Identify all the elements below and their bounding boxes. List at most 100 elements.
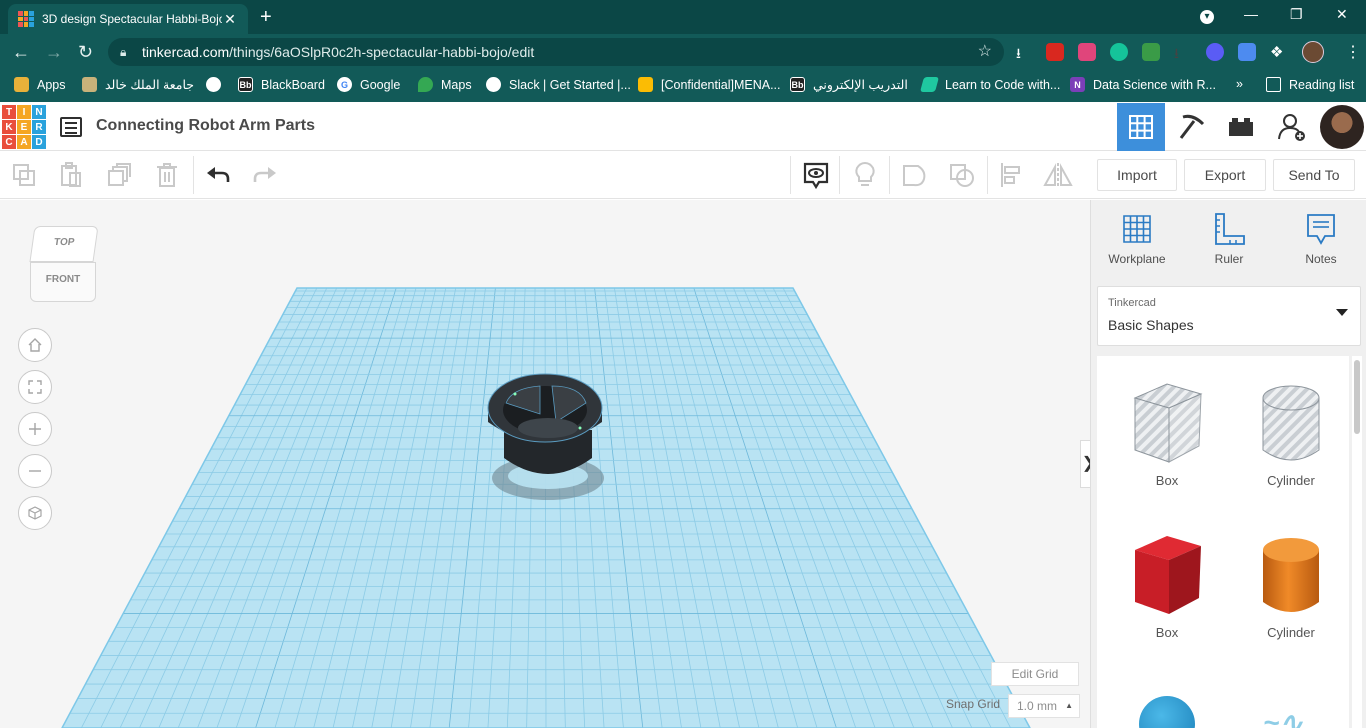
extensions-puzzle-icon[interactable]: ❖ xyxy=(1270,43,1288,61)
save-icon[interactable]: ⭳ xyxy=(1174,43,1192,61)
close-window-icon[interactable]: ✕ xyxy=(1336,6,1348,23)
home-view-button[interactable] xyxy=(18,328,52,362)
ungroup-button[interactable] xyxy=(947,160,977,190)
tab-search-icon[interactable]: ▾ xyxy=(1200,10,1214,24)
mirror-button[interactable] xyxy=(1043,160,1073,190)
shape-cylinder-hole[interactable]: Cylinder xyxy=(1241,380,1341,488)
ungroup-icon xyxy=(950,164,974,187)
export-button[interactable]: Export xyxy=(1184,159,1266,191)
delete-button[interactable] xyxy=(152,160,182,190)
extension-icon[interactable] xyxy=(1078,43,1096,61)
view-cube[interactable]: TOP FRONT xyxy=(28,222,99,304)
maximize-icon[interactable]: ❐ xyxy=(1290,6,1303,23)
bookmark-confidential[interactable]: [Confidential]MENA... xyxy=(638,77,781,92)
codeblocks-button[interactable] xyxy=(1168,103,1216,151)
reading-list-button[interactable]: Reading list xyxy=(1266,77,1354,92)
bookmark-blackboard[interactable]: Bb BlackBoard xyxy=(238,77,325,92)
group-button[interactable] xyxy=(899,160,929,190)
forward-icon[interactable]: → xyxy=(45,42,63,62)
send-to-button[interactable]: Send To xyxy=(1273,159,1355,191)
redo-button[interactable] xyxy=(250,160,280,190)
workplane-grid[interactable] xyxy=(0,200,1090,728)
bookmark-google[interactable]: G Google xyxy=(337,77,400,92)
snap-grid-select[interactable]: 1.0 mm ▲ xyxy=(1008,694,1080,718)
new-tab-button[interactable]: + xyxy=(260,6,272,28)
screen-capture-icon[interactable] xyxy=(1238,43,1256,61)
shape-sphere[interactable] xyxy=(1139,696,1195,728)
shape-scribble[interactable]: ~∿ xyxy=(1263,706,1323,728)
undo-button[interactable] xyxy=(203,160,233,190)
address-bar-row: ← → ↻ 🔒︎ tinkercad.com/things/6aOSlpR0c2… xyxy=(0,34,1366,70)
bookmark-maps[interactable]: Maps xyxy=(418,77,472,92)
zoom-in-button[interactable] xyxy=(18,412,52,446)
browser-menu-icon[interactable]: ⋮ xyxy=(1345,42,1361,62)
bookmark-star-icon[interactable]: ☆ xyxy=(978,38,992,66)
lightbulb-icon xyxy=(855,161,875,186)
copy-button[interactable] xyxy=(9,160,39,190)
design-list-icon[interactable] xyxy=(60,117,82,137)
eye-speech-icon xyxy=(803,162,829,189)
reload-icon[interactable]: ↻ xyxy=(78,42,93,62)
import-button[interactable]: Import xyxy=(1097,159,1177,191)
bookmark-label: Slack | Get Started |... xyxy=(509,77,631,92)
hint-button[interactable] xyxy=(850,160,880,190)
profile-avatar[interactable] xyxy=(1302,41,1324,63)
shape-box[interactable]: Box xyxy=(1117,532,1217,640)
shape-box-hole[interactable]: Box xyxy=(1117,380,1217,488)
zoom-out-button[interactable] xyxy=(18,454,52,488)
shape-label: Box xyxy=(1155,473,1179,488)
home-icon xyxy=(28,338,42,352)
bookmark-slack[interactable]: Slack | Get Started |... xyxy=(486,77,631,92)
ruler-tool[interactable]: Ruler xyxy=(1189,212,1269,266)
shape-library-select[interactable]: Tinkercad Basic Shapes xyxy=(1097,286,1361,346)
url-field[interactable]: 🔒︎ tinkercad.com/things/6aOSlpR0c2h-spec… xyxy=(108,38,1004,66)
extension-circle-icon[interactable] xyxy=(1206,43,1224,61)
shape-cylinder[interactable]: Cylinder xyxy=(1241,532,1341,640)
paste-button[interactable] xyxy=(56,160,86,190)
download-icon[interactable]: ⭳ xyxy=(1016,43,1034,61)
minimize-icon[interactable]: — xyxy=(1244,6,1258,22)
tinkercad-logo[interactable]: TIN KER CAD xyxy=(2,105,46,149)
notes-tool[interactable]: Notes xyxy=(1281,212,1361,266)
perspective-button[interactable] xyxy=(18,496,52,530)
bookmark-learn-code[interactable]: Learn to Code with... xyxy=(919,77,1060,92)
3d-viewport[interactable]: TOP FRONT Edit Grid Snap Grid 1.0 mm ▲ xyxy=(0,200,1090,728)
fit-view-button[interactable] xyxy=(18,370,52,404)
bookmark-label: جامعة الملك خالد xyxy=(105,78,194,92)
fit-icon xyxy=(28,380,42,394)
view-cube-top[interactable]: TOP xyxy=(29,226,99,262)
shapes-panel: Workplane Ruler Notes Tinkercad Basic Sh… xyxy=(1090,200,1366,728)
view-cube-front[interactable]: FRONT xyxy=(30,262,96,302)
workplane-tool[interactable]: Workplane xyxy=(1097,212,1177,266)
user-avatar[interactable] xyxy=(1320,105,1364,149)
group-icon xyxy=(903,165,926,187)
kku-icon xyxy=(82,77,97,92)
bookmark-globe[interactable] xyxy=(206,77,229,92)
bookmark-kku[interactable]: جامعة الملك خالد xyxy=(82,77,194,92)
panel-scroll-thumb[interactable] xyxy=(1354,360,1360,434)
blackboard-icon: Bb xyxy=(790,77,805,92)
toolbar-divider xyxy=(839,156,840,194)
download-manager-icon[interactable] xyxy=(1142,43,1160,61)
align-button[interactable] xyxy=(996,160,1026,190)
snap-grid-value: 1.0 mm xyxy=(1017,699,1058,713)
duplicate-button[interactable] xyxy=(104,160,134,190)
browser-tab[interactable]: 3D design Spectacular Habbi-Bojo ✕ xyxy=(8,4,248,34)
bookmark-apps[interactable]: Apps xyxy=(14,77,66,92)
invite-button[interactable] xyxy=(1268,103,1316,151)
logo-letter: D xyxy=(32,135,46,149)
bookmarks-overflow-button[interactable]: » xyxy=(1236,77,1243,91)
notes-visibility-button[interactable] xyxy=(801,160,831,190)
bookmark-data-science[interactable]: N Data Science with R... xyxy=(1070,77,1216,92)
bricks-button[interactable] xyxy=(1217,103,1265,151)
pdf-extension-icon[interactable] xyxy=(1046,43,1064,61)
workplane-icon xyxy=(1123,215,1151,243)
3d-view-button[interactable] xyxy=(1117,103,1165,151)
tab-close-icon[interactable]: ✕ xyxy=(222,11,238,28)
bookmark-elearning[interactable]: Bb التدريب الإلكتروني xyxy=(790,77,908,92)
design-title[interactable]: Connecting Robot Arm Parts xyxy=(96,117,315,135)
grammarly-icon[interactable] xyxy=(1110,43,1128,61)
back-icon[interactable]: ← xyxy=(12,42,30,62)
url-path: /things/6aOSlpR0c2h-spectacular-habbi-bo… xyxy=(229,44,535,60)
edit-grid-button[interactable]: Edit Grid xyxy=(991,662,1079,686)
